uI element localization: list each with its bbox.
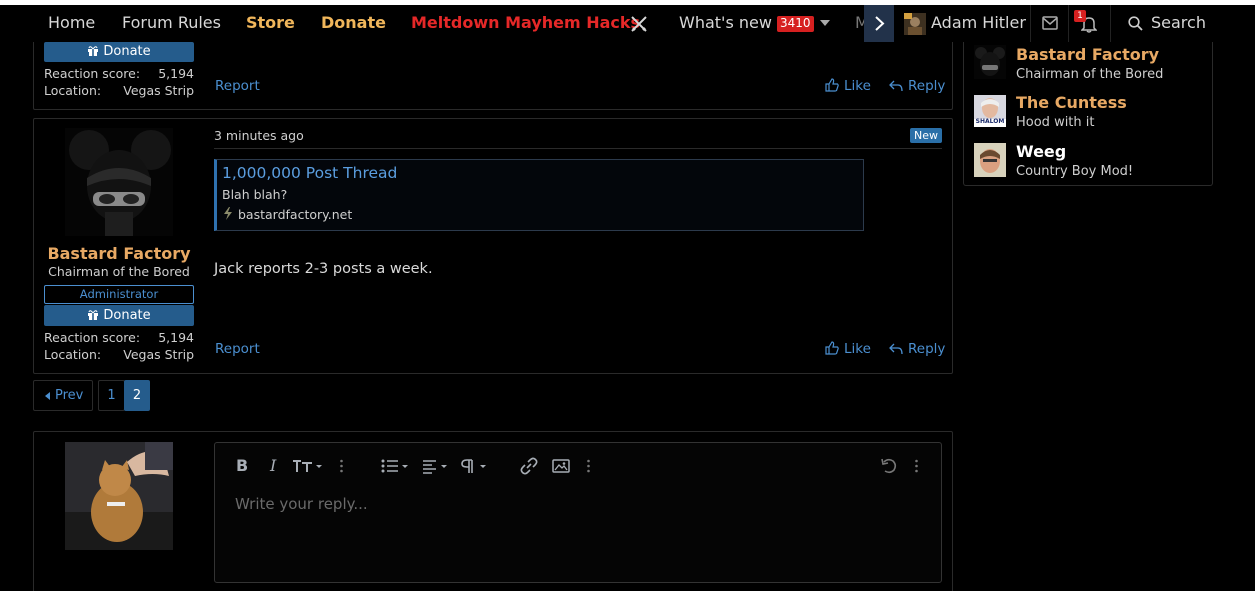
- reply-label: Reply: [908, 78, 946, 94]
- nav-scroll-right-button[interactable]: [864, 5, 894, 42]
- like-button[interactable]: Like: [825, 78, 871, 94]
- location-value: Vegas Strip: [123, 347, 194, 362]
- role-badge: Administrator: [44, 285, 194, 304]
- location-label: Location:: [44, 83, 102, 98]
- thumbs-up-icon: [825, 341, 839, 355]
- donate-label: Donate: [103, 44, 151, 59]
- bold-icon[interactable]: B: [236, 457, 248, 475]
- nav-home[interactable]: Home: [48, 5, 95, 42]
- post-timestamp[interactable]: 3 minutes ago: [214, 128, 304, 143]
- more-vertical-icon[interactable]: [586, 457, 591, 475]
- location-value: Vegas Strip: [123, 83, 194, 98]
- nav-whats-new[interactable]: What's new 3410: [679, 5, 814, 42]
- pagination-prev[interactable]: Prev: [33, 380, 93, 411]
- reaction-score-value: 5,194: [158, 66, 194, 81]
- nav-username[interactable]: Adam Hitler: [931, 5, 1026, 42]
- member-name[interactable]: The Cuntess: [1016, 93, 1127, 112]
- post-body: Jack reports 2-3 posts a week.: [214, 261, 433, 277]
- unfurl-site: bastardfactory.net: [238, 207, 353, 222]
- text-size-icon[interactable]: [292, 457, 322, 475]
- member-avatar[interactable]: [974, 143, 1006, 177]
- nav-forum-rules[interactable]: Forum Rules: [122, 5, 221, 42]
- avatar-caption: SHALOM: [975, 118, 1005, 125]
- image-icon[interactable]: [552, 457, 570, 475]
- caret-left-icon: [45, 392, 50, 400]
- caret-down-icon[interactable]: [820, 19, 830, 27]
- more-vertical-icon[interactable]: [914, 457, 919, 475]
- my-avatar[interactable]: [65, 442, 173, 550]
- reply-icon: [889, 80, 903, 92]
- like-label: Like: [844, 341, 871, 357]
- report-link[interactable]: Report: [215, 78, 260, 94]
- list-icon[interactable]: [381, 457, 409, 475]
- site-favicon-icon: [222, 207, 234, 220]
- search-icon[interactable]: [1128, 16, 1143, 31]
- italic-icon[interactable]: I: [270, 457, 276, 475]
- crossed-swords-icon: [630, 15, 648, 33]
- user-avatar[interactable]: [904, 13, 926, 35]
- pagination-page-1[interactable]: 1: [98, 380, 125, 411]
- whats-new-count-badge: 3410: [777, 16, 814, 32]
- chevron-right-icon: [875, 16, 885, 31]
- member-name[interactable]: Bastard Factory: [1016, 45, 1159, 64]
- nav-donate[interactable]: Donate: [321, 5, 386, 42]
- new-badge: New: [910, 128, 942, 143]
- like-button[interactable]: Like: [825, 341, 871, 357]
- envelope-icon[interactable]: [1042, 16, 1058, 30]
- pagination-prev-label: Prev: [55, 388, 84, 403]
- author-avatar[interactable]: [65, 128, 173, 236]
- undo-icon[interactable]: [880, 457, 898, 475]
- member-title: Country Boy Mod!: [1016, 164, 1134, 179]
- nav-store[interactable]: Store: [246, 5, 295, 42]
- reply-placeholder: Write your reply...: [235, 495, 368, 513]
- member-title: Chairman of the Bored: [1016, 67, 1164, 82]
- alerts-count-badge: 1: [1074, 10, 1086, 22]
- reply-button[interactable]: Reply: [889, 78, 945, 94]
- nav-divider: [1030, 5, 1031, 42]
- unfurl-title[interactable]: 1,000,000 Post Thread: [222, 164, 397, 182]
- reply-label: Reply: [908, 341, 946, 357]
- gift-icon: [88, 310, 99, 320]
- reply-button[interactable]: Reply: [889, 341, 945, 357]
- nav-divider: [1068, 5, 1069, 42]
- post-header-divider: [214, 148, 942, 149]
- donate-button[interactable]: Donate: [44, 305, 194, 326]
- member-title: Hood with it: [1016, 115, 1095, 130]
- thumbs-up-icon: [825, 78, 839, 92]
- paragraph-icon[interactable]: [461, 457, 487, 475]
- nav-divider: [1110, 5, 1111, 42]
- nav-search[interactable]: Search: [1151, 5, 1206, 42]
- reaction-score-value: 5,194: [158, 330, 194, 345]
- nav-meltdown-hacks[interactable]: Meltdown Mayhem Hacks: [411, 5, 640, 42]
- reply-icon: [889, 343, 903, 355]
- more-vertical-icon[interactable]: [339, 457, 344, 475]
- pagination-page-current[interactable]: 2: [124, 380, 150, 411]
- align-icon[interactable]: [422, 457, 448, 475]
- member-name[interactable]: Weeg: [1016, 142, 1066, 161]
- location-label: Location:: [44, 347, 102, 362]
- author-title: Chairman of the Bored: [48, 264, 190, 279]
- author-name[interactable]: Bastard Factory: [33, 244, 205, 263]
- donate-label: Donate: [103, 308, 151, 323]
- report-link[interactable]: Report: [215, 341, 260, 357]
- link-icon[interactable]: [520, 457, 538, 475]
- member-avatar[interactable]: [974, 45, 1006, 79]
- member-avatar[interactable]: SHALOM: [974, 95, 1006, 127]
- gift-icon: [88, 46, 99, 56]
- donate-button[interactable]: Donate: [44, 42, 194, 62]
- main-nav: Home Forum Rules Store Donate Meltdown M…: [0, 5, 1255, 42]
- like-label: Like: [844, 78, 871, 94]
- unfurl-snippet: Blah blah?: [222, 187, 288, 202]
- nav-meltdown-label: Meltdown Mayhem Hacks: [411, 13, 641, 32]
- nav-whats-new-label: What's new: [679, 13, 772, 32]
